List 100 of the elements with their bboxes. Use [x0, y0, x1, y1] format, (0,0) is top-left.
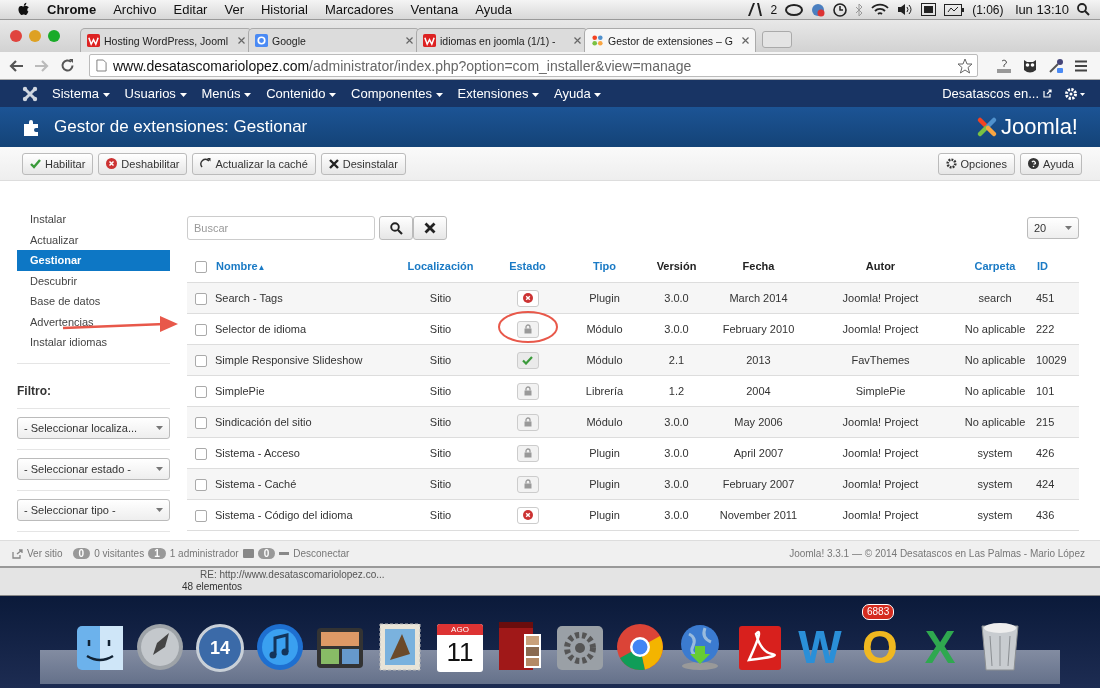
status-button[interactable] [516, 289, 539, 307]
status-button[interactable] [516, 506, 539, 524]
close-tab-icon[interactable] [574, 37, 581, 44]
menu-item[interactable]: Historial [260, 2, 308, 17]
sync-icon[interactable] [811, 2, 826, 17]
status-button[interactable] [516, 413, 539, 431]
music-note-icon[interactable] [255, 622, 305, 672]
app-menu[interactable]: Chrome [47, 2, 97, 17]
calendar-icon[interactable]: AGO 11 [437, 624, 483, 672]
menu-item[interactable]: Archivo [113, 2, 157, 17]
face-tile-icon[interactable] [75, 624, 125, 672]
toolbar-button[interactable]: Deshabilitar [98, 152, 188, 175]
site-link[interactable]: Desatascos en... [942, 86, 1039, 101]
row-checkbox[interactable] [195, 323, 207, 336]
address-field[interactable]: www.desatascomariolopez.com/administrator/index.php?option=com_installer&view=manage [89, 54, 978, 77]
extension-icon[interactable] [996, 57, 1012, 74]
caret-icon [102, 92, 110, 97]
filter-dropdown[interactable]: - Seleccionar localiza... [17, 416, 170, 439]
toolbar-button[interactable]: Habilitar [22, 152, 94, 175]
status-button[interactable] [516, 444, 539, 462]
row-checkbox[interactable] [195, 509, 207, 522]
bookmark-star-icon[interactable] [957, 57, 973, 74]
battery-icon[interactable] [944, 3, 965, 16]
stamp-icon[interactable] [376, 622, 424, 672]
column-sort-link[interactable]: Nombre▲ [216, 260, 266, 272]
menu-item[interactable]: Ver [224, 2, 244, 17]
menu-icon[interactable] [1074, 58, 1088, 73]
row-checkbox[interactable] [195, 478, 207, 491]
row-checkbox[interactable] [195, 354, 207, 367]
filter-dropdown[interactable]: - Seleccionar estado - [17, 457, 170, 480]
browser-icon[interactable] [615, 622, 665, 672]
close-tab-icon[interactable] [238, 37, 245, 44]
sidebar-item[interactable]: Instalar idiomas [17, 332, 170, 353]
view-site-link[interactable]: Ver sitio [27, 548, 63, 559]
row-checkbox[interactable] [195, 447, 207, 460]
menu-item[interactable]: Marcadores [324, 2, 394, 17]
clock-icon[interactable] [833, 2, 848, 17]
nav-menu[interactable]: Contenido [266, 86, 337, 101]
menu-item[interactable]: Ventana [410, 2, 459, 17]
owl-icon[interactable] [1022, 57, 1038, 74]
row-checkbox[interactable] [195, 292, 207, 305]
joomla-icon[interactable] [22, 85, 38, 102]
search-button[interactable] [379, 216, 413, 240]
row-checkbox[interactable] [195, 385, 207, 398]
menu-item[interactable]: Ayuda [475, 2, 512, 17]
wifi-icon[interactable] [871, 3, 890, 16]
reload-icon[interactable] [60, 58, 75, 73]
status-button[interactable] [516, 382, 539, 400]
alarm-clock-icon[interactable]: 14 [196, 624, 244, 672]
column-sort-link[interactable]: Carpeta [974, 260, 1016, 272]
toolbar-button[interactable]: Desinstalar [320, 152, 406, 175]
clear-button[interactable] [413, 216, 447, 240]
eyedropper-icon[interactable] [1048, 57, 1064, 74]
search-icon[interactable] [1077, 3, 1090, 16]
close-tab-icon[interactable] [406, 37, 413, 44]
nav-menu[interactable]: Menús [201, 86, 252, 101]
keyboard-icon[interactable] [921, 3, 937, 16]
browser-tab[interactable]: Gestor de extensiones – G [584, 28, 756, 52]
logout-link[interactable]: Desconectar [293, 548, 350, 559]
trash-icon[interactable] [978, 620, 1022, 672]
app-letter-icon[interactable]: O [862, 622, 898, 672]
nav-menu[interactable]: Sistema [52, 86, 110, 101]
column-sort-link[interactable]: Estado [509, 260, 546, 272]
nav-menu[interactable]: Extensiones [457, 86, 540, 101]
status-button[interactable] [516, 475, 539, 493]
toolbar-button[interactable]: Opciones [937, 152, 1015, 175]
menu-clock[interactable]: lun 13:10 [1015, 2, 1069, 17]
sidebar-item[interactable]: Descubrir [17, 270, 170, 291]
back-icon[interactable] [8, 58, 24, 73]
status-button[interactable] [516, 320, 539, 338]
column-sort-link[interactable]: Tipo [593, 260, 616, 272]
search-field[interactable]: Buscar [187, 216, 375, 240]
select-all-checkbox[interactable] [195, 260, 207, 273]
sidebar-item[interactable]: Base de datos [17, 291, 170, 312]
apple-icon[interactable] [18, 2, 31, 17]
message-icon[interactable] [242, 549, 254, 558]
settings-icon[interactable] [1064, 86, 1086, 101]
close-window-button[interactable] [10, 30, 22, 42]
column-sort-link[interactable]: ID [1037, 260, 1048, 272]
sidebar-item[interactable]: Actualizar [17, 229, 170, 250]
toolbar-button[interactable]: Actualizar la caché [192, 152, 316, 175]
nav-menu[interactable]: Ayuda [554, 86, 602, 101]
nav-menu[interactable]: Componentes [351, 86, 443, 101]
close-tab-icon[interactable] [742, 37, 749, 44]
sidebar-item[interactable]: Instalar [17, 209, 170, 230]
sidebar-item[interactable]: Advertencias [17, 311, 170, 332]
page-size-dropdown[interactable]: 20 [1027, 217, 1079, 239]
nav-menu[interactable]: Usuarios [124, 86, 187, 101]
menu-item[interactable]: Editar [173, 2, 208, 17]
status-button[interactable] [516, 351, 539, 369]
sidebar-item[interactable]: Gestionar [17, 250, 170, 271]
filter-dropdown[interactable]: - Seleccionar tipo - [17, 498, 170, 521]
pdf-icon[interactable] [737, 624, 783, 672]
row-checkbox[interactable] [195, 416, 207, 429]
column-sort-link[interactable]: Localización [407, 260, 474, 272]
toolbar-button[interactable]: Ayuda [1020, 152, 1082, 175]
page-icon [96, 59, 107, 72]
photo-booth-icon[interactable] [496, 620, 544, 672]
volume-icon[interactable] [897, 3, 914, 16]
gear-icon[interactable] [555, 624, 605, 672]
